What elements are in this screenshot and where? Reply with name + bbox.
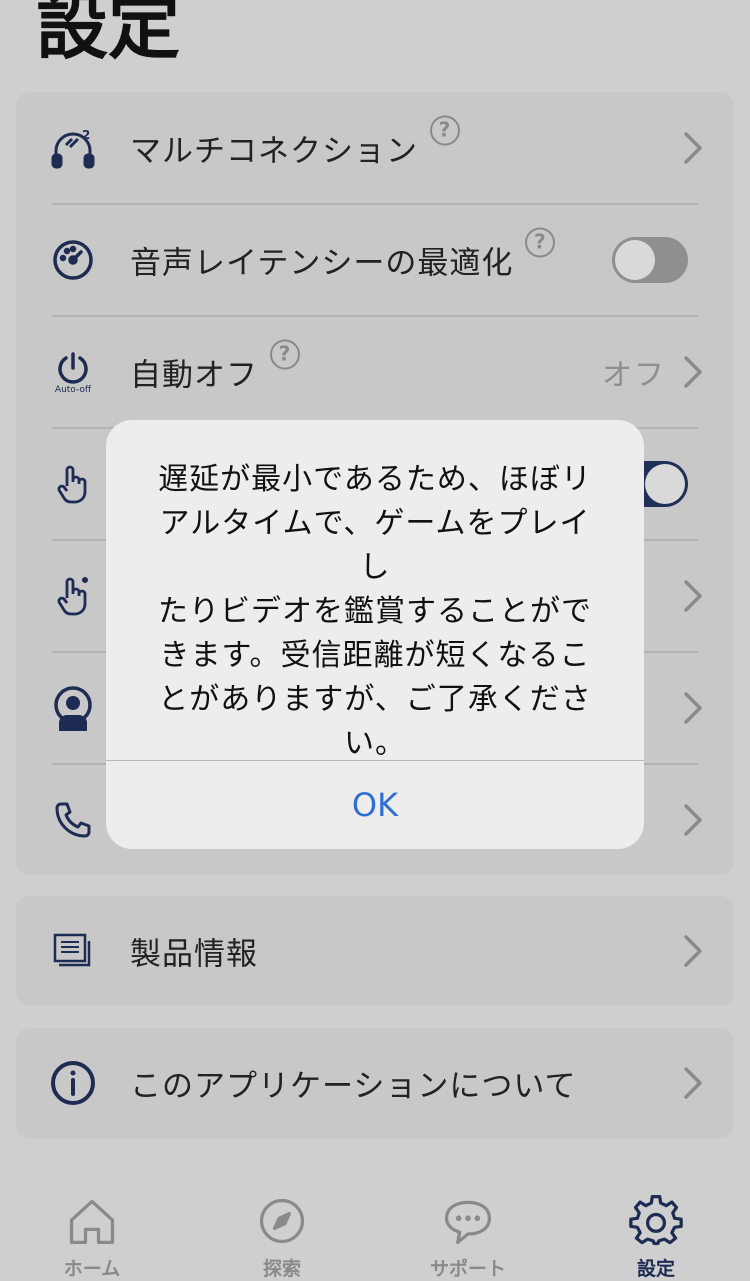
tab-label: ホーム: [63, 1258, 121, 1280]
product-info-row[interactable]: 製品情報: [16, 896, 734, 1006]
settings-screen: 設定 2 マルチコネクション? 音声レイテンシーの最適化? Auto-off 自…: [0, 0, 750, 1281]
chevron-right-icon: [684, 132, 702, 164]
headphones-link-icon: 2: [50, 125, 96, 171]
speedometer-icon: [50, 237, 96, 283]
tab-support[interactable]: サポート: [408, 1180, 528, 1281]
chevron-right-icon: [684, 935, 702, 967]
tab-label: 探索: [262, 1258, 301, 1280]
latency-label: 音声レイテンシーの最適化?: [130, 227, 556, 283]
phone-icon: [50, 797, 96, 843]
page-title: 設定: [36, 0, 181, 69]
dialog-line: とがありますが、ご了承くださ: [158, 682, 592, 717]
chevron-right-icon: [684, 692, 702, 724]
help-icon[interactable]: ?: [430, 115, 460, 146]
auto-off-label: 自動オフ?: [130, 339, 300, 395]
product-info-label: 製品情報: [130, 936, 258, 973]
dialog-ok-button[interactable]: OK: [106, 761, 644, 849]
dialog-line: アルタイムで、ゲームをプレイし: [159, 506, 591, 585]
tab-explore[interactable]: 探索: [222, 1180, 342, 1281]
tab-home[interactable]: ホーム: [32, 1180, 152, 1281]
latency-info-dialog: 遅延が最小であるため、ほぼリ アルタイムで、ゲームをプレイし たりビデオを鑑賞す…: [106, 420, 644, 849]
toggle-knob: [645, 464, 685, 504]
dialog-message: 遅延が最小であるため、ほぼリ アルタイムで、ゲームをプレイし たりビデオを鑑賞す…: [146, 458, 604, 766]
help-icon[interactable]: ?: [270, 339, 300, 370]
tab-bar: ホーム 探索 サポート 設定: [0, 1180, 750, 1281]
person-icon: [50, 685, 96, 731]
tab-label: サポート: [429, 1258, 506, 1280]
about-label: このアプリケーションについて: [130, 1068, 577, 1105]
svg-text:2: 2: [82, 128, 90, 142]
latency-row: 音声レイテンシーの最適化?: [16, 204, 734, 316]
dialog-line: きます。受信距離が短くなるこ: [159, 638, 591, 673]
multi-connection-label: マルチコネクション?: [130, 115, 460, 171]
help-icon[interactable]: ?: [525, 227, 556, 258]
about-card[interactable]: このアプリケーションについて: [16, 1028, 734, 1138]
touch-hand-icon: [50, 461, 96, 507]
chevron-right-icon: [684, 1067, 702, 1099]
chevron-right-icon: [684, 356, 702, 388]
auto-off-caption: Auto-off: [54, 384, 92, 395]
chevron-right-icon: [684, 804, 702, 836]
auto-off-row[interactable]: Auto-off 自動オフ? オフ: [16, 316, 734, 428]
compass-icon: [259, 1198, 305, 1244]
gear-icon: [629, 1195, 683, 1246]
chevron-right-icon: [684, 580, 702, 612]
latency-toggle[interactable]: [612, 237, 688, 283]
multi-connection-row[interactable]: 2 マルチコネクション?: [16, 92, 734, 204]
info-icon: [50, 1060, 96, 1106]
tab-label: 設定: [636, 1258, 675, 1280]
auto-off-icon: Auto-off: [50, 349, 96, 395]
chat-icon: [444, 1200, 492, 1245]
auto-off-value: オフ: [602, 358, 666, 393]
about-row[interactable]: このアプリケーションについて: [16, 1028, 734, 1138]
home-icon: [69, 1199, 115, 1245]
dialog-line: 遅延が最小であるため、ほぼリ: [158, 462, 592, 497]
dialog-line: たりビデオを鑑賞することがで: [158, 594, 592, 629]
tab-settings[interactable]: 設定: [596, 1180, 716, 1281]
document-stack-icon: [50, 928, 96, 974]
toggle-knob: [615, 240, 655, 280]
product-info-card[interactable]: 製品情報: [16, 896, 734, 1006]
touch-dot-icon: [50, 573, 96, 619]
